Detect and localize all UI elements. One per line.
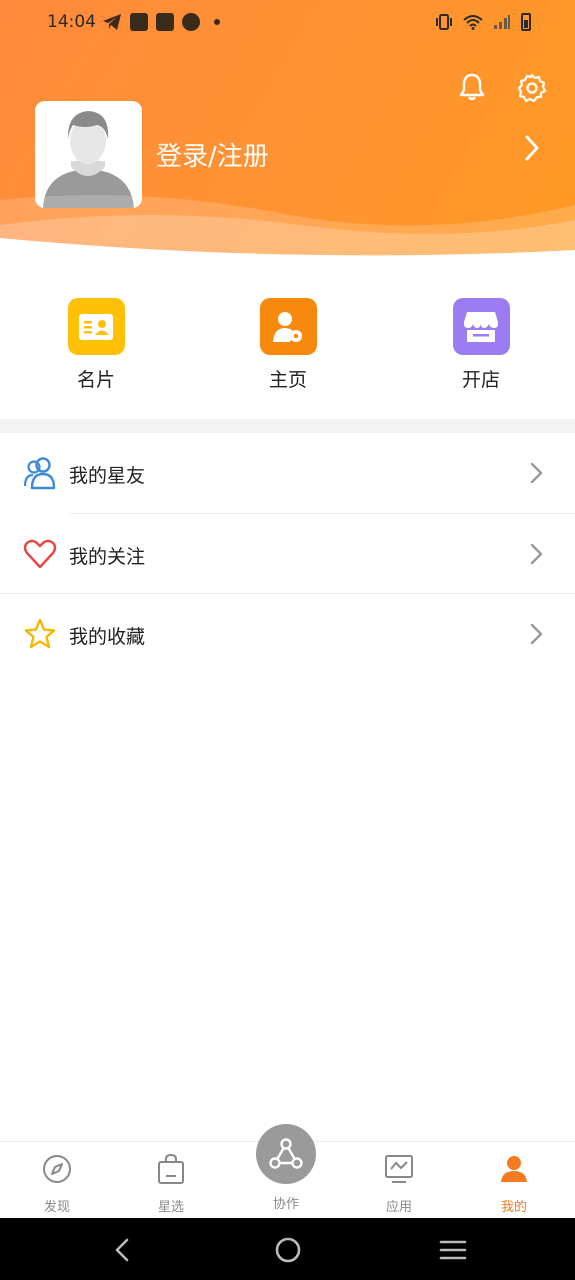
quick-action-open-store[interactable]: 开店	[421, 298, 541, 392]
wifi-icon	[463, 15, 483, 30]
chevron-right-icon	[530, 543, 543, 565]
quick-action-label: 开店	[461, 369, 500, 391]
menu-item-label: 我的关注	[69, 546, 146, 568]
tab-label: 发现	[43, 1200, 70, 1215]
shop-notification-icon-2	[156, 13, 174, 31]
status-time: 14:04	[47, 12, 96, 32]
section-divider	[0, 419, 575, 433]
heart-icon	[23, 539, 57, 569]
shopping-bag-icon	[158, 1153, 184, 1184]
menu-item-label: 我的星友	[69, 465, 146, 487]
user-settings-icon	[259, 298, 317, 355]
home-icon[interactable]	[274, 1236, 302, 1264]
chevron-right-icon	[530, 623, 543, 645]
star-icon	[24, 618, 56, 649]
quick-action-label: 名片	[76, 369, 115, 391]
signal-icon	[494, 15, 510, 29]
menu-item-my-favorites[interactable]: 我的收藏	[0, 594, 575, 674]
chevron-right-icon	[530, 462, 543, 484]
person-icon	[501, 1156, 527, 1182]
tab-label: 星选	[157, 1200, 184, 1215]
gear-icon[interactable]	[516, 72, 548, 104]
login-register-link[interactable]: 登录/注册	[156, 136, 269, 173]
tab-collaborate[interactable]	[256, 1124, 316, 1184]
compass-icon	[43, 1155, 71, 1183]
friends-icon	[23, 457, 56, 490]
monitor-chart-icon	[385, 1155, 413, 1183]
business-card-icon	[67, 298, 125, 355]
system-nav-bar	[0, 1218, 575, 1280]
telegram-icon	[103, 14, 121, 30]
network-icon	[269, 1138, 303, 1169]
menu-item-my-follows[interactable]: 我的关注	[0, 514, 575, 594]
vibrate-icon	[436, 14, 452, 30]
tab-discover[interactable]: 发现	[17, 1152, 97, 1215]
header-wave	[0, 195, 575, 260]
tab-label: 应用	[385, 1200, 412, 1215]
more-notifications-dot	[214, 19, 220, 25]
menu-icon[interactable]	[439, 1238, 467, 1262]
status-bar: 14:04	[0, 0, 575, 48]
profile-header: 14:04 登录/注册	[0, 0, 575, 260]
system-icons	[435, 13, 531, 31]
notification-icons	[102, 13, 220, 31]
quick-action-card[interactable]: 名片	[36, 298, 156, 392]
tab-featured[interactable]: 星选	[131, 1152, 211, 1215]
menu-item-label: 我的收藏	[69, 626, 146, 648]
tab-apps[interactable]: 应用	[359, 1152, 439, 1215]
bell-icon[interactable]	[457, 72, 487, 102]
store-icon	[452, 298, 510, 355]
back-icon[interactable]	[110, 1237, 134, 1263]
tab-mine[interactable]: 我的	[474, 1152, 554, 1215]
battery-icon	[521, 13, 531, 31]
tab-label: 协作	[272, 1197, 299, 1212]
tab-label: 我的	[500, 1200, 527, 1215]
quick-action-homepage[interactable]: 主页	[228, 298, 348, 392]
quick-action-label: 主页	[268, 369, 307, 391]
chevron-right-icon[interactable]	[520, 133, 544, 163]
menu-item-my-friends[interactable]: 我的星友	[0, 433, 575, 513]
shop-notification-icon	[130, 13, 148, 31]
speed-app-icon	[182, 13, 200, 31]
